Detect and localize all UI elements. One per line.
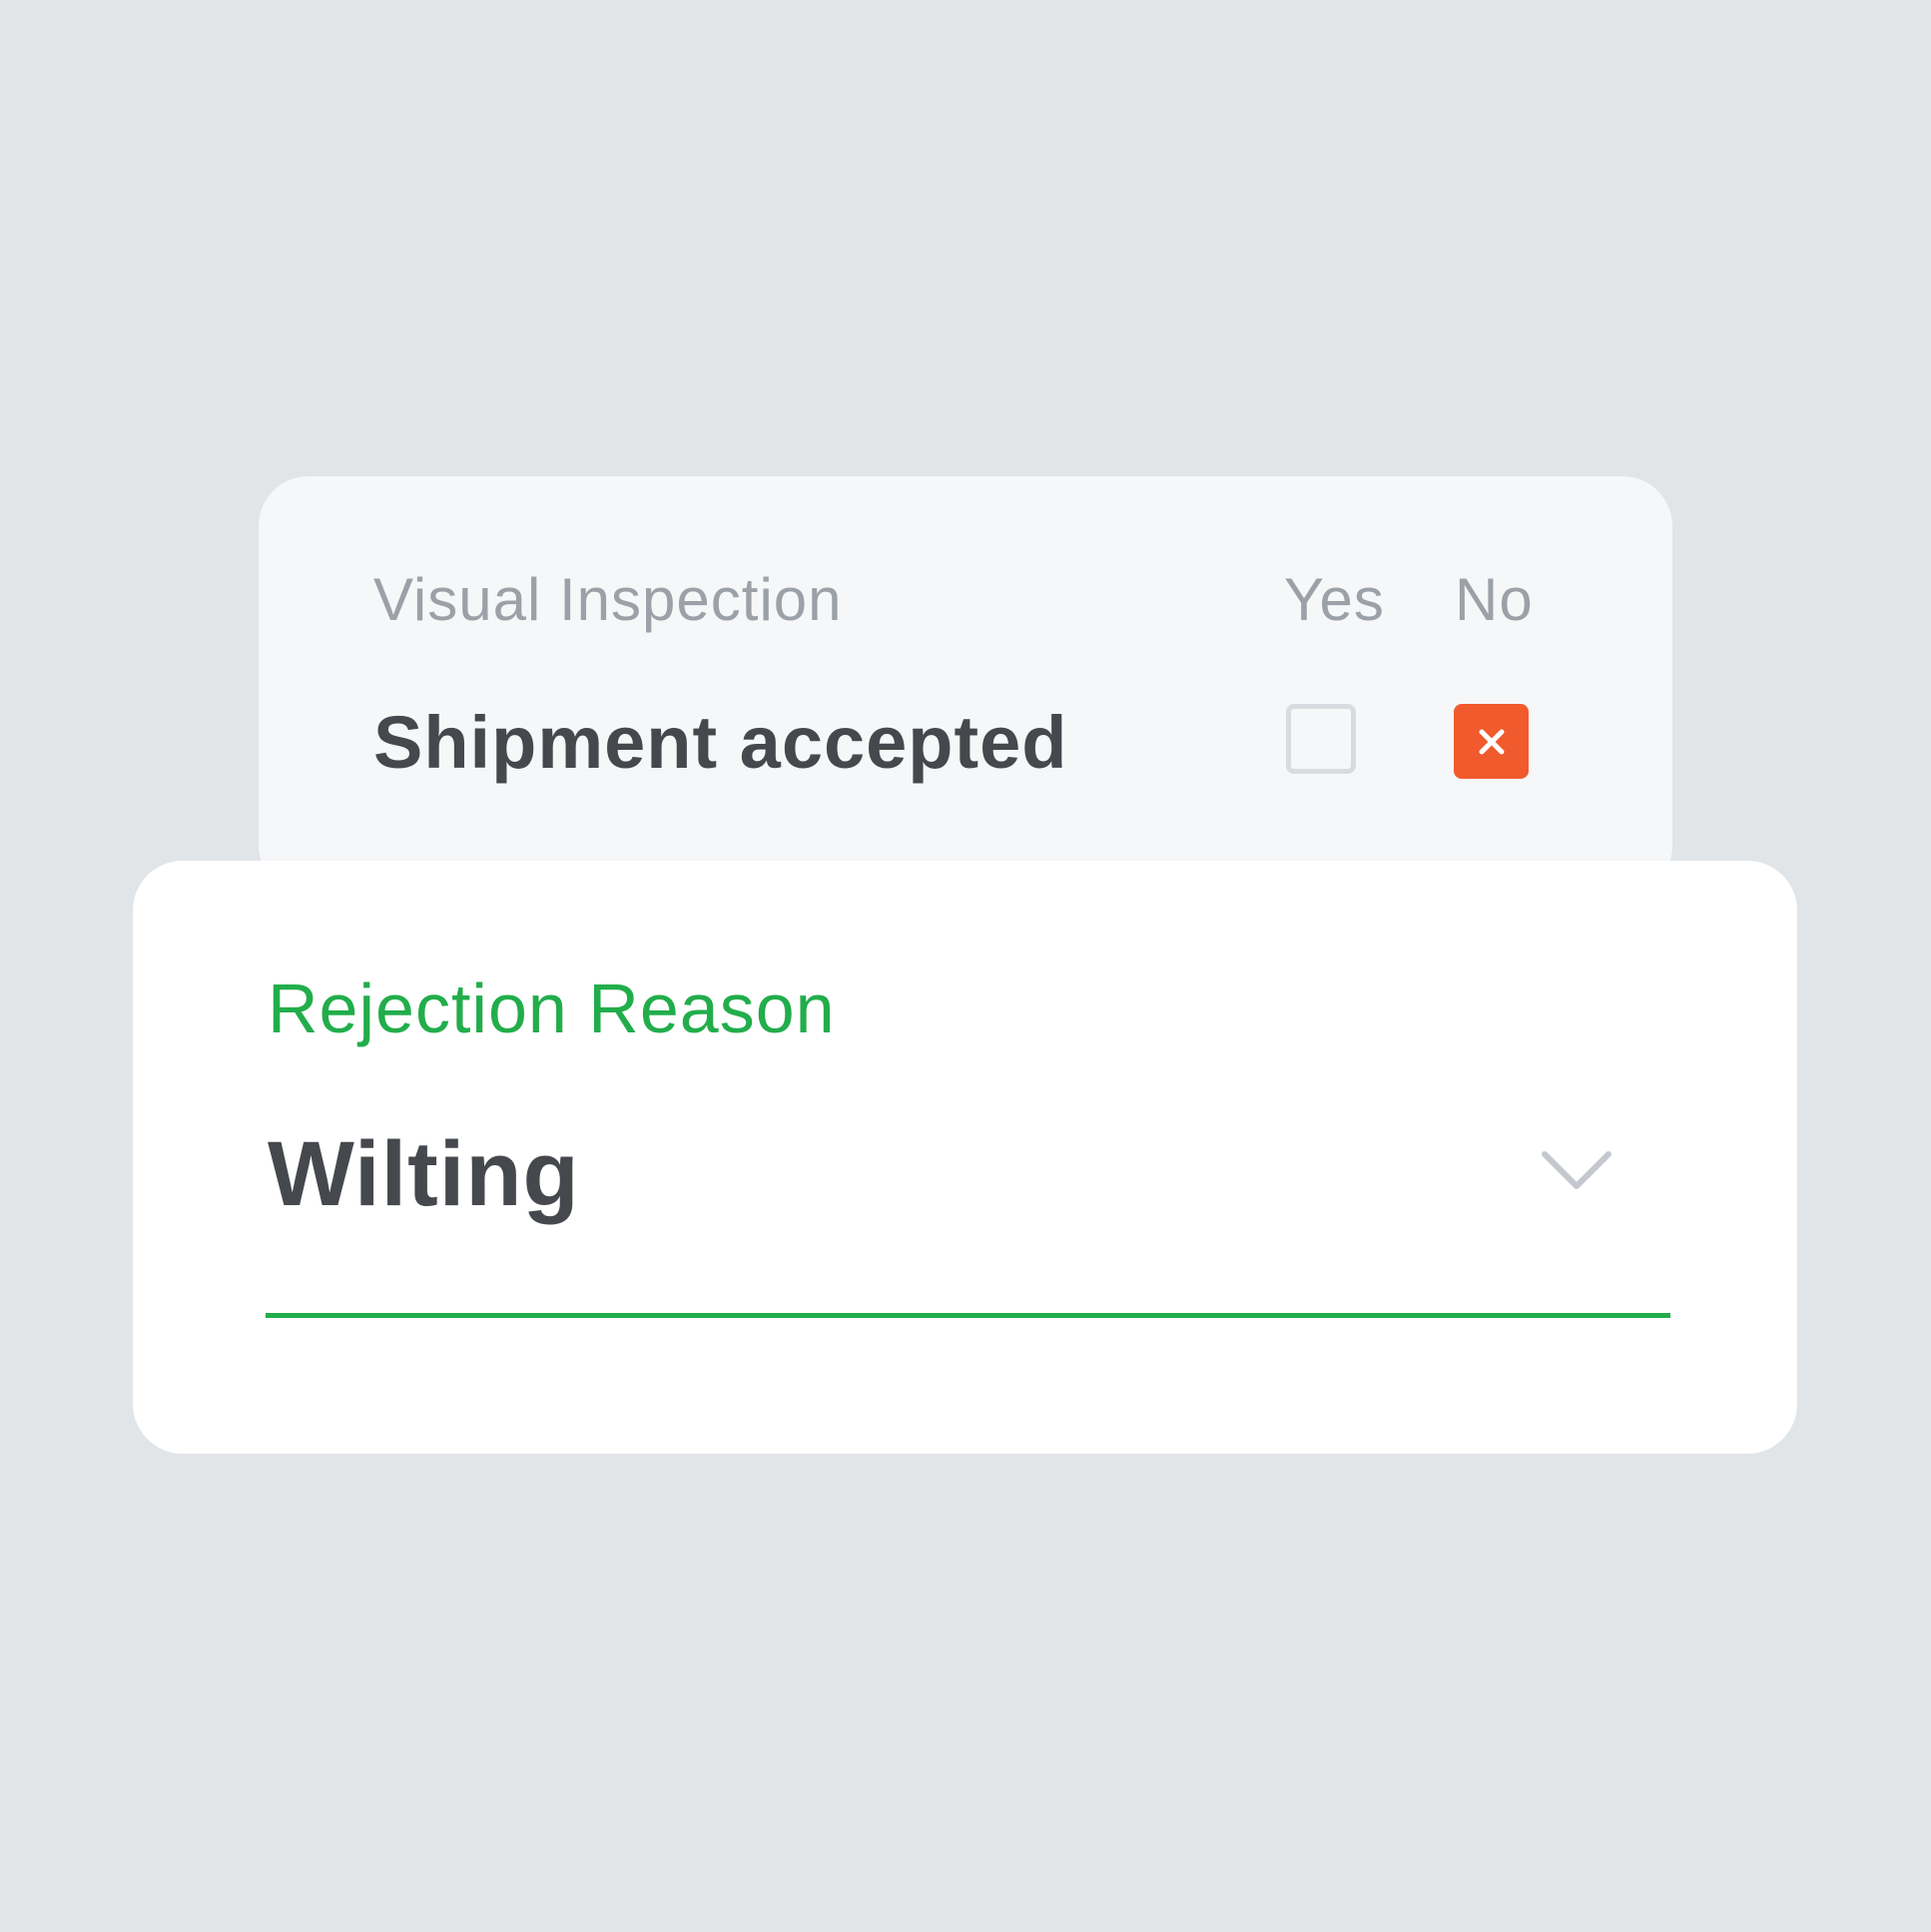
- rejection-reason-label: Rejection Reason: [268, 969, 836, 1047]
- inspection-card: Visual Inspection Yes No Shipment accept…: [259, 476, 1672, 896]
- chevron-down-icon[interactable]: [1541, 1150, 1612, 1194]
- section-label: Visual Inspection: [373, 566, 843, 633]
- inspection-item-label: Shipment accepted: [373, 701, 1068, 784]
- select-underline: [266, 1313, 1670, 1318]
- rejection-reason-card: Rejection Reason Wilting: [133, 861, 1797, 1454]
- no-column-header: No: [1455, 566, 1534, 633]
- rejection-reason-select[interactable]: Wilting: [268, 1128, 580, 1220]
- yes-checkbox[interactable]: [1286, 704, 1356, 774]
- no-checkbox[interactable]: [1454, 704, 1529, 779]
- yes-column-header: Yes: [1284, 566, 1385, 633]
- close-icon: [1479, 729, 1504, 754]
